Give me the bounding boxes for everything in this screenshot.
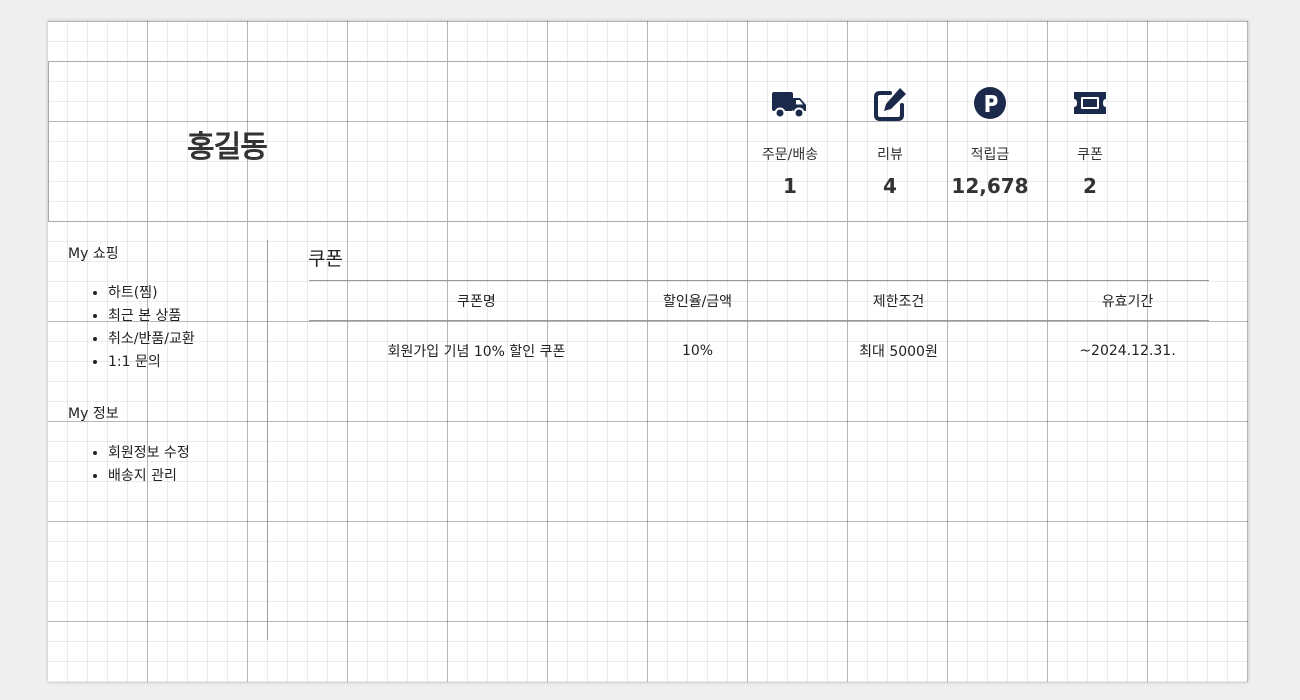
cell-coupon-name: 회원가입 기념 10% 할인 쿠폰 [387,344,566,360]
sidebar-list-info: 회원정보 수정 배송지 관리 [88,442,190,488]
profile-header: 홍길동 주문/배송 1 리뷰 4 적립금 12,678 쿠폰 2 [48,61,1248,222]
user-name: 홍길동 [187,130,268,165]
stat-coupons[interactable]: 쿠폰 2 [1050,84,1130,198]
sidebar-item-wishlist[interactable]: 하트(찜) [108,282,195,305]
page-canvas: 홍길동 주문/배송 1 리뷰 4 적립금 12,678 쿠폰 2 My 쇼핑 •… [48,21,1248,682]
sidebar-item-recent[interactable]: 최근 본 상품 [108,305,195,328]
table-header-row: 쿠폰명 할인율/금액 제한조건 유효기간 [309,280,1209,321]
column-header-coupon-name: 쿠폰명 [309,280,644,321]
stat-label: 쿠폰 [1077,147,1103,163]
column-header-condition: 제한조건 [751,280,1046,321]
stat-value: 12,678 [951,174,1029,198]
column-header-discount: 할인율/금액 [644,280,751,321]
sidebar-item-addresses[interactable]: 배송지 관리 [108,465,190,488]
stat-label: 적립금 [970,147,1010,163]
coupon-table: 쿠폰명 할인율/금액 제한조건 유효기간 회원가입 기념 10% 할인 쿠폰 1… [309,280,1209,381]
pencil-square-icon [870,84,910,124]
cell-validity: ~2024.12.31. [1079,343,1176,359]
content-title: 쿠폰 [308,248,343,270]
ticket-icon [1070,84,1110,124]
sidebar-item-edit-profile[interactable]: 회원정보 수정 [108,442,190,465]
stat-orders[interactable]: 주문/배송 1 [750,84,830,198]
column-header-validity: 유효기간 [1046,280,1209,321]
sidebar-list-shopping: 하트(찜) 최근 본 상품 취소/반품/교환 1:1 문의 [88,282,195,374]
table-row: 회원가입 기념 10% 할인 쿠폰 10% 최대 5000원 ~2024.12.… [309,321,1209,382]
stat-label: 주문/배송 [761,147,819,163]
points-p-icon [970,84,1010,124]
stat-value: 4 [883,174,897,198]
sidebar-item-inquiry[interactable]: 1:1 문의 [108,351,195,374]
cell-condition: 최대 5000원 [859,344,938,360]
truck-icon [770,84,810,124]
stat-reviews[interactable]: 리뷰 4 [850,84,930,198]
stat-label: 리뷰 [877,147,903,163]
sidebar-group-title-shopping: My 쇼핑 [68,246,119,262]
sidebar-group-title-info: My 정보 [68,406,119,422]
sidebar: My 쇼핑 하트(찜) 최근 본 상품 취소/반품/교환 1:1 문의 My 정… [48,240,268,640]
stat-value: 2 [1083,174,1097,198]
sidebar-item-returns[interactable]: 취소/반품/교환 [108,328,195,351]
cell-discount: 10% [681,343,714,359]
stat-points[interactable]: 적립금 12,678 [950,84,1030,198]
stat-value: 1 [783,174,797,198]
